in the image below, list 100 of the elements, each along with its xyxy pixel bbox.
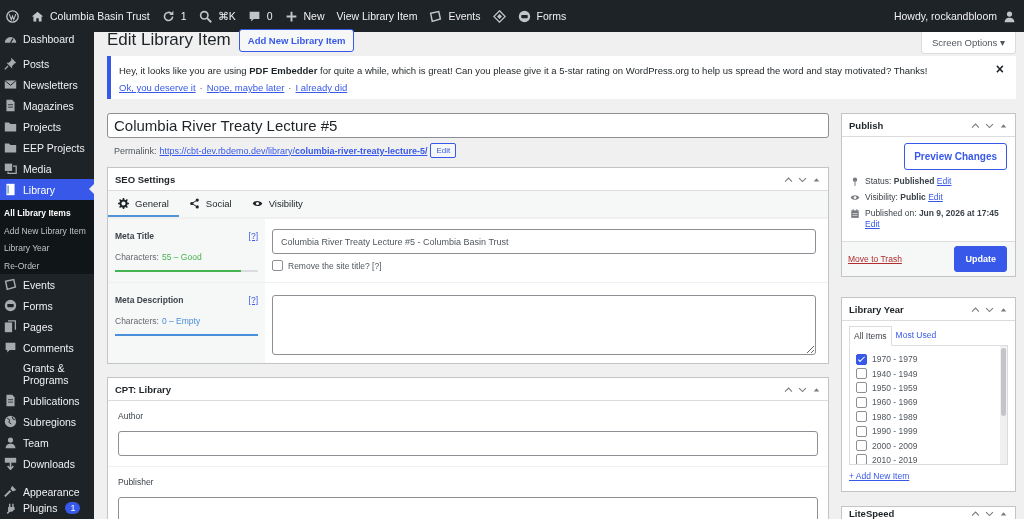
menu-item[interactable]: Subregions <box>0 411 94 432</box>
plug-icon <box>4 502 17 515</box>
menu-item[interactable]: Magazines <box>0 95 94 116</box>
panel-title: Publish <box>849 119 884 131</box>
comment-icon <box>4 341 17 354</box>
checkbox[interactable] <box>856 353 867 365</box>
scrollbar[interactable] <box>1000 346 1007 464</box>
text-field[interactable] <box>118 497 818 519</box>
checkbox[interactable] <box>856 382 867 394</box>
separator-dot: · <box>199 82 203 93</box>
tab[interactable]: Most Used <box>891 326 941 345</box>
trash-link[interactable]: Move to Trash <box>848 254 902 264</box>
character-count-label: Characters: <box>115 252 159 262</box>
screen-options-button[interactable]: Screen Options ▾ <box>920 32 1016 54</box>
checkbox[interactable] <box>856 368 867 380</box>
account-menu[interactable]: Howdy, rockandbloom <box>893 9 1016 23</box>
close-button[interactable]: × <box>993 61 1006 77</box>
menu-item[interactable]: EEP Projects <box>0 137 94 158</box>
scrollbar-thumb[interactable] <box>1001 348 1006 417</box>
form-icon <box>4 299 17 312</box>
menu-item[interactable]: Grants & Programs <box>0 358 94 390</box>
toolbar-item[interactable]: Events <box>429 9 481 23</box>
checkbox[interactable] <box>856 425 867 437</box>
toolbar-item[interactable]: Forms <box>517 9 567 23</box>
add-item-link[interactable]: + Add New Item <box>849 471 910 481</box>
menu-item[interactable]: Publications <box>0 390 94 411</box>
book-icon <box>4 183 17 196</box>
title-field[interactable]: Columbia River Treaty Lecture #5 <box>107 113 829 138</box>
notice-link[interactable]: Nope, maybe later <box>206 82 285 93</box>
menu-item[interactable]: Dashboard <box>0 32 94 46</box>
menu-item[interactable]: Pages <box>0 316 94 337</box>
toolbar-item[interactable]: View Library Item <box>336 10 418 22</box>
submenu-item[interactable]: Re-Order <box>0 257 94 275</box>
panel-title: CPT: Library <box>115 383 171 395</box>
field-label: Meta Description <box>115 295 184 305</box>
edit-link[interactable]: Edit <box>928 192 943 202</box>
menu-item[interactable]: Newsletters <box>0 74 94 95</box>
folder-icon <box>4 141 17 154</box>
comment-icon <box>247 9 261 23</box>
toolbar-item[interactable]: 0 <box>247 9 273 23</box>
checkbox[interactable] <box>856 440 867 452</box>
menu-item[interactable]: Plugins 1 <box>0 502 94 518</box>
notice-link[interactable]: I already did <box>295 82 348 93</box>
menu-item[interactable]: Projects <box>0 116 94 137</box>
checkbox-label: 1960 - 1969 <box>872 397 918 408</box>
menu-item[interactable]: Posts <box>0 53 94 74</box>
submenu-item[interactable]: Add New Library Item <box>0 222 94 240</box>
tab[interactable]: All Items <box>849 326 892 346</box>
checkbox[interactable] <box>856 411 867 423</box>
submenu-item[interactable]: All Library Items <box>0 205 94 223</box>
edit-button[interactable]: Edit <box>430 143 457 158</box>
refresh-icon <box>161 9 175 23</box>
checkbox-label: 1970 - 1979 <box>872 354 918 365</box>
submenu-item[interactable]: Library Year <box>0 240 94 258</box>
chevron-up-icon[interactable] <box>970 508 981 519</box>
menu-item[interactable]: Forms <box>0 295 94 316</box>
help-link[interactable]: [?] <box>248 231 258 241</box>
character-count-label: Characters: <box>115 316 159 326</box>
tab[interactable]: Visibility <box>241 191 313 217</box>
toolbar-item[interactable]: Columbia Basin Trust <box>31 9 150 23</box>
search-icon <box>198 9 212 23</box>
tab[interactable]: General <box>108 191 179 217</box>
menu-item[interactable]: Comments <box>0 337 94 358</box>
checkbox[interactable] <box>272 260 283 271</box>
edit-link[interactable]: Edit <box>936 176 952 186</box>
character-count: 55 – Good <box>161 252 202 262</box>
meta-description-field[interactable] <box>272 295 816 355</box>
meta-title-field[interactable]: Columbia River Treaty Lecture #5 - Columbia Basin Trust <box>272 229 816 254</box>
menu-item[interactable]: Appearance <box>0 481 94 502</box>
add-new-button[interactable]: Add New Library Item <box>238 28 355 52</box>
tab[interactable]: Social <box>178 191 242 217</box>
publish-info: Visibility: Public Edit <box>865 192 943 203</box>
diamond-icon[interactable] <box>492 9 506 23</box>
plus-icon <box>284 9 298 23</box>
menu-item[interactable]: Library <box>0 179 94 200</box>
checkbox-label: 1980 - 1989 <box>872 411 918 422</box>
toolbar-item[interactable]: New <box>284 9 325 23</box>
notice-link[interactable]: Ok, you deserve it <box>119 82 196 93</box>
permalink-link[interactable]: https://cbt-dev.rbdemo.dev/library/columbia-river-treaty-lecture-5/ <box>159 145 428 156</box>
toolbar-item[interactable]: ⌘K <box>198 9 236 23</box>
checkbox[interactable] <box>856 454 867 464</box>
text-field[interactable] <box>118 431 818 456</box>
panel-title: SEO Settings <box>115 173 176 185</box>
logo-icon[interactable] <box>6 9 19 23</box>
eye-icon <box>850 192 860 203</box>
publish-info: Published on: Jun 9, 2026 at 17:45 Edit <box>865 208 1000 230</box>
preview-button[interactable]: Preview Changes <box>904 143 1007 170</box>
toolbar-item[interactable]: 1 <box>161 9 187 23</box>
panel-title: LiteSpeed <box>849 508 895 519</box>
menu-item[interactable]: Events <box>0 274 94 295</box>
menu-item[interactable]: Media <box>0 158 94 179</box>
notice-text: Hey, it looks like you are using PDF Embedder for quite a while, which is great! Can you please give it a 5-star rating on WordPress.org to help us spread the word and stay motivated? Thanks! <box>119 65 928 76</box>
menu-item[interactable]: Team <box>0 432 94 453</box>
checkbox[interactable] <box>856 396 867 408</box>
settings-icon <box>118 197 129 209</box>
edit-link[interactable]: Edit <box>865 219 880 229</box>
help-link[interactable]: [?] <box>248 295 258 305</box>
update-button[interactable]: Update <box>954 246 1007 272</box>
globe-icon <box>4 415 17 428</box>
menu-item[interactable]: Downloads <box>0 453 94 474</box>
